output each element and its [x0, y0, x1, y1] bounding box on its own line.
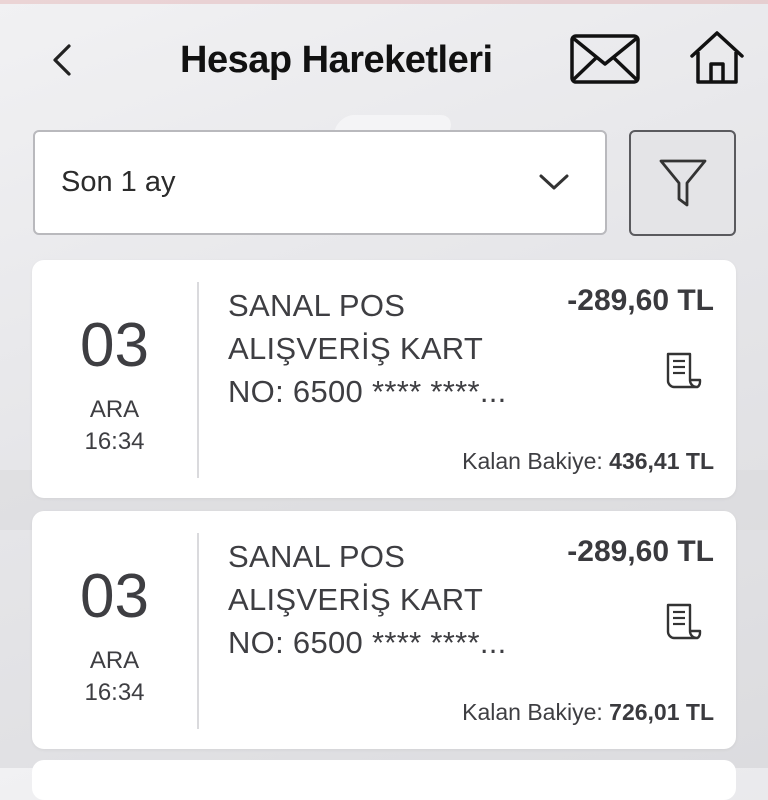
period-select-value: Son 1 ay — [61, 166, 176, 198]
app-header: Hesap Hareketleri — [0, 0, 768, 120]
remaining-balance: Kalan Bakiye: 436,41 TL — [462, 448, 714, 475]
transaction-description: SANAL POS ALIŞVERİŞ KART NO: 6500 **** *… — [228, 288, 507, 409]
transaction-time: 16:34 — [84, 428, 145, 455]
receipt-button[interactable] — [662, 350, 704, 392]
balance-value: 436,41 TL — [609, 448, 714, 474]
balance-label: Kalan Bakiye: — [462, 699, 603, 725]
chevron-left-icon — [53, 44, 71, 76]
balance-label: Kalan Bakiye: — [462, 448, 603, 474]
home-button[interactable] — [688, 28, 746, 88]
transaction-card[interactable]: 03 ARA 16:34 SANAL POS ALIŞVERİŞ KART NO… — [32, 511, 736, 749]
back-button[interactable] — [42, 38, 82, 82]
messages-button[interactable] — [568, 30, 642, 88]
receipt-icon — [666, 352, 702, 389]
transaction-amount: -289,60 TL — [567, 535, 714, 568]
transaction-day: 03 — [80, 562, 149, 631]
transaction-card[interactable]: 03 ARA 16:34 SANAL POS ALIŞVERİŞ KART NO… — [32, 260, 736, 498]
card-divider — [197, 533, 199, 729]
transaction-card-partial[interactable] — [32, 760, 736, 800]
period-select[interactable]: Son 1 ay — [33, 130, 607, 235]
home-icon — [690, 31, 744, 84]
transaction-amount: -289,60 TL — [567, 284, 714, 317]
transaction-month: ARA — [89, 396, 140, 423]
remaining-balance: Kalan Bakiye: 726,01 TL — [462, 699, 714, 726]
transaction-day: 03 — [80, 311, 149, 380]
filter-button[interactable] — [629, 130, 736, 236]
chevron-down-icon — [539, 174, 569, 190]
receipt-button[interactable] — [662, 601, 704, 643]
receipt-icon — [666, 603, 702, 640]
card-divider — [197, 282, 199, 478]
balance-value: 726,01 TL — [609, 699, 714, 725]
transaction-time: 16:34 — [84, 679, 145, 706]
envelope-icon — [570, 34, 640, 84]
transaction-description: SANAL POS ALIŞVERİŞ KART NO: 6500 **** *… — [228, 539, 507, 660]
transaction-month: ARA — [89, 647, 140, 674]
filter-funnel-icon — [659, 159, 706, 207]
page-title: Hesap Hareketleri — [180, 39, 493, 81]
